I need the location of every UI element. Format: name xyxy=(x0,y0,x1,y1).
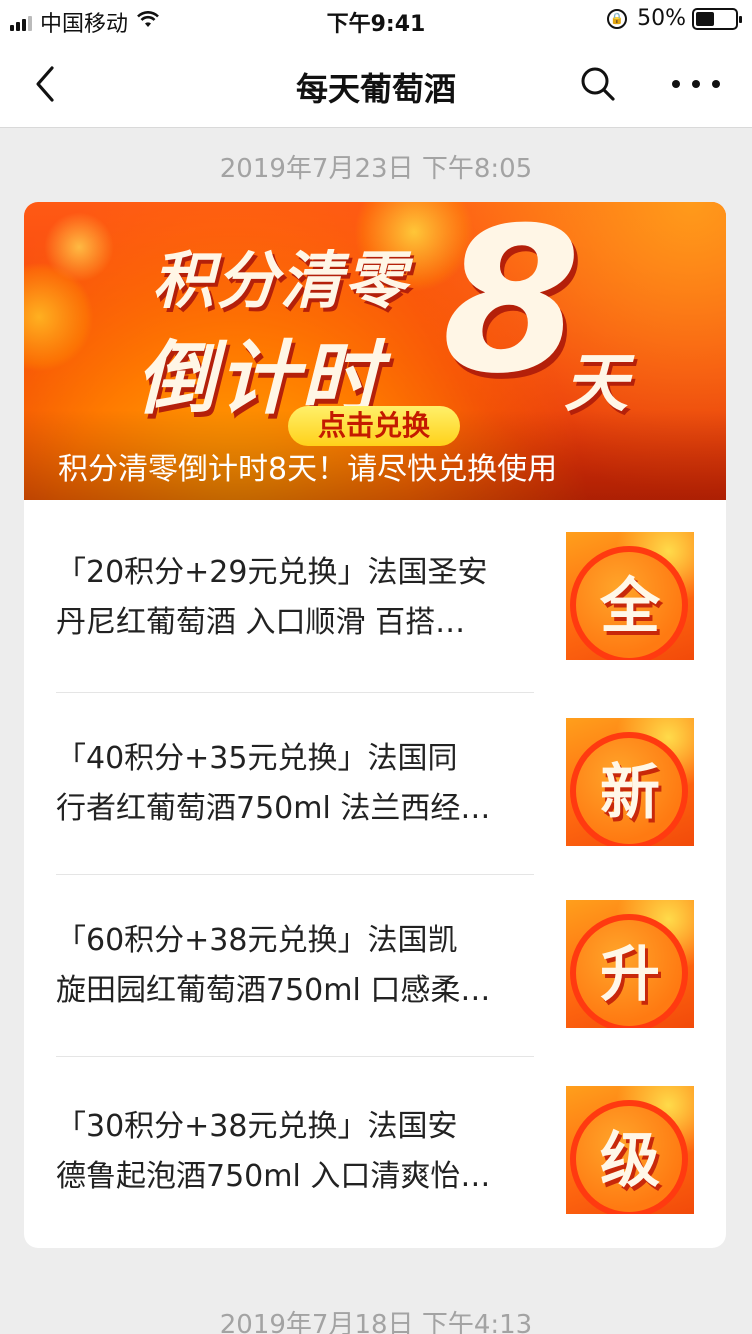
thumbnail-glyph: 新 xyxy=(600,758,660,828)
thumbnail-glyph: 升 xyxy=(600,940,660,1010)
article-thumbnail: 新 xyxy=(566,718,694,846)
more-button[interactable] xyxy=(672,72,720,96)
search-button[interactable] xyxy=(578,64,618,104)
banner-countdown-number: 8 xyxy=(442,202,582,418)
orientation-lock-icon: 🔒 xyxy=(607,8,628,29)
message-timestamp: 2019年7月18日 下午4:13 xyxy=(219,1310,533,1334)
more-dots-icon xyxy=(672,80,680,88)
thumbnail-glyph: 全 xyxy=(600,572,660,642)
banner-day-label: 天 xyxy=(564,347,628,421)
article-thumbnail: 级 xyxy=(566,1086,694,1214)
article-title-line2: 旋田园红葡萄酒750ml 口感柔… xyxy=(56,973,491,1008)
article-title-line1: 「30积分+38元兑换」法国安 xyxy=(56,1109,458,1144)
redeem-button[interactable]: 点击兑换 xyxy=(288,406,460,446)
article-title-line2: 德鲁起泡酒750ml 入口清爽怡… xyxy=(56,1159,491,1194)
battery-icon xyxy=(692,7,742,30)
page-title: 每天葡萄酒 xyxy=(295,70,456,108)
more-dot xyxy=(692,80,700,88)
article-thumbnail: 全 xyxy=(566,532,694,660)
list-item[interactable]: 「40积分+35元兑换」法国同 行者红葡萄酒750ml 法兰西经… 新 xyxy=(24,686,726,868)
battery-percentage: 50% xyxy=(637,6,686,31)
article-title-line2: 丹尼红葡萄酒 入口顺滑 百搭… xyxy=(56,605,466,640)
banner-article[interactable]: 积分清零 倒计时 8 天 点击兑换 积分清零倒计时8天！请尽快兑换使用 xyxy=(24,202,726,500)
more-dot xyxy=(712,80,720,88)
article-title: 「20积分+29元兑换」法国圣安 丹尼红葡萄酒 入口顺滑 百搭… xyxy=(56,548,546,648)
banner-caption: 积分清零倒计时8天！请尽快兑换使用 xyxy=(58,452,558,487)
list-item[interactable]: 「30积分+38元兑换」法国安 德鲁起泡酒750ml 入口清爽怡… 级 xyxy=(24,1054,726,1236)
article-title-line1: 「60积分+38元兑换」法国凯 xyxy=(56,923,458,958)
article-card: 积分清零 倒计时 8 天 点击兑换 积分清零倒计时8天！请尽快兑换使用 「20积… xyxy=(24,202,726,1248)
article-title-line1: 「40积分+35元兑换」法国同 xyxy=(56,741,458,776)
decorative-glow xyxy=(44,212,114,282)
thumbnail-glyph: 级 xyxy=(600,1126,660,1196)
banner-headline-line1: 积分清零 xyxy=(152,244,409,317)
article-title: 「30积分+38元兑换」法国安 德鲁起泡酒750ml 入口清爽怡… xyxy=(56,1102,546,1202)
status-right: 🔒 50% xyxy=(607,6,742,31)
list-item[interactable]: 「60积分+38元兑换」法国凯 旋田园红葡萄酒750ml 口感柔… 升 xyxy=(24,868,726,1050)
navigation-bar: 每天葡萄酒 xyxy=(0,40,752,128)
message-timestamp: 2019年7月23日 下午8:05 xyxy=(219,154,533,184)
article-title-line1: 「20积分+29元兑换」法国圣安 xyxy=(56,555,488,590)
list-item[interactable]: 「20积分+29元兑换」法国圣安 丹尼红葡萄酒 入口顺滑 百搭… 全 xyxy=(24,500,726,682)
article-thumbnail: 升 xyxy=(566,900,694,1028)
status-bar: 中国移动 下午9:41 🔒 50% xyxy=(0,0,752,40)
article-title: 「40积分+35元兑换」法国同 行者红葡萄酒750ml 法兰西经… xyxy=(56,734,546,834)
search-icon xyxy=(581,67,615,101)
article-title-line2: 行者红葡萄酒750ml 法兰西经… xyxy=(56,791,491,826)
article-title: 「60积分+38元兑换」法国凯 旋田园红葡萄酒750ml 口感柔… xyxy=(56,916,546,1016)
